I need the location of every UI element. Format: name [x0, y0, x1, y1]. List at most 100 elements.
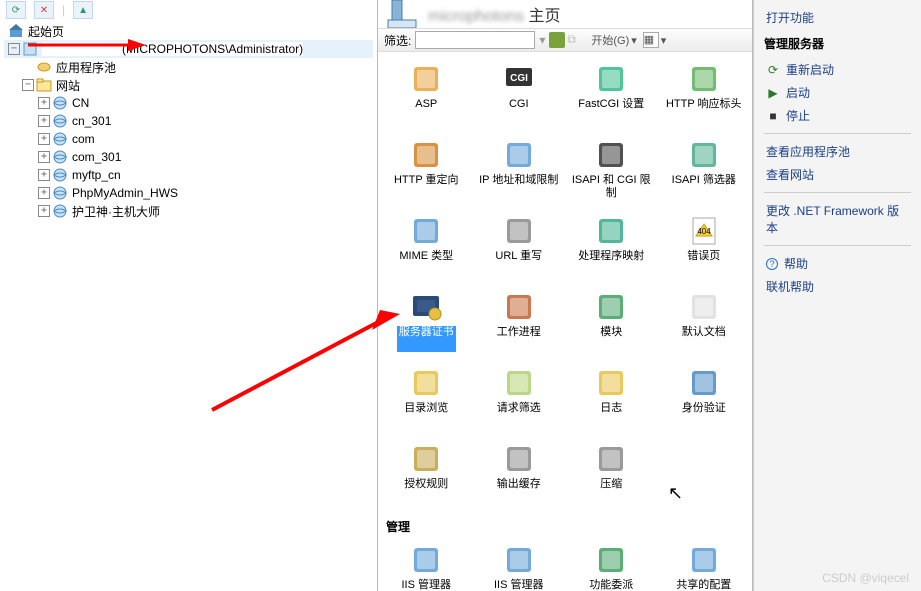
feature-outputcache[interactable]: 输出缓存	[475, 438, 564, 508]
feature-label: 目录浏览	[404, 402, 448, 428]
feature-modules[interactable]: 模块	[567, 286, 656, 356]
expand-icon[interactable]: +	[38, 151, 50, 163]
play-icon: ▶	[766, 86, 780, 100]
feature-dirbrowse[interactable]: 目录浏览	[382, 362, 471, 432]
tree-sites[interactable]: − 网站	[4, 76, 373, 94]
feature-cgi[interactable]: CGICGI	[475, 58, 564, 128]
action-view-sites[interactable]: 查看网站	[764, 163, 911, 186]
action-help[interactable]: ?帮助	[764, 252, 911, 275]
redirect-icon	[409, 138, 443, 172]
feature-isapicgi[interactable]: ISAPI 和 CGI 限制	[567, 134, 656, 204]
feature-iismgr1[interactable]: IIS 管理器	[382, 539, 471, 591]
tree-toolbar: ⟳ ✕ | ▲	[0, 0, 377, 20]
start-dropdown[interactable]: 开始(G)▾ ▦▾	[587, 32, 670, 48]
feature-handler[interactable]: 处理程序映射	[567, 210, 656, 280]
stop-icon: ■	[766, 109, 780, 123]
action-online-help[interactable]: 联机帮助	[764, 275, 911, 298]
tree-site-item[interactable]: +cn_301	[4, 112, 373, 130]
expand-icon[interactable]: +	[38, 97, 50, 109]
feature-workerproc[interactable]: 工作进程	[475, 286, 564, 356]
feature-label: 日志	[600, 402, 622, 428]
feature-fastcgi[interactable]: FastCGI 设置	[567, 58, 656, 128]
server-icon	[22, 41, 38, 57]
section-management: 管理	[386, 518, 748, 535]
feature-label: HTTP 重定向	[394, 174, 459, 200]
remove-icon[interactable]: ✕	[34, 1, 54, 19]
workerproc-icon	[502, 290, 536, 324]
tree-site-item[interactable]: +护卫神·主机大师	[4, 202, 373, 220]
apppool-icon	[36, 59, 52, 75]
feature-compression[interactable]: 压缩	[567, 438, 656, 508]
feature-errorpages[interactable]: 404错误页	[660, 210, 749, 280]
go-icon[interactable]	[549, 32, 565, 48]
feature-urlrewrite[interactable]: URL 重写	[475, 210, 564, 280]
feature-defaultdoc[interactable]: 默认文档	[660, 286, 749, 356]
globe-icon	[52, 131, 68, 147]
feature-sharedcfg[interactable]: 共享的配置	[660, 539, 749, 591]
feature-ipdomain[interactable]: IP 地址和域限制	[475, 134, 564, 204]
asp-icon	[409, 62, 443, 96]
action-stop[interactable]: ■停止	[764, 104, 911, 127]
feature-auth[interactable]: 身份验证	[660, 362, 749, 432]
feature-httpresp[interactable]: HTTP 响应标头	[660, 58, 749, 128]
feature-label: FastCGI 设置	[578, 98, 644, 124]
compression-icon	[594, 442, 628, 476]
feature-isapifilter[interactable]: ISAPI 筛选器	[660, 134, 749, 204]
feature-label: ISAPI 筛选器	[672, 174, 736, 200]
defaultdoc-icon	[687, 290, 721, 324]
tree-label: 起始页	[28, 23, 64, 40]
isapicgi-icon	[594, 138, 628, 172]
feature-label: 请求筛选	[497, 402, 541, 428]
feature-label: IIS 管理器	[401, 579, 451, 591]
action-open-feature[interactable]: 打开功能	[764, 6, 911, 29]
feature-authrules[interactable]: 授权规则	[382, 438, 471, 508]
feature-iismgr2[interactable]: IIS 管理器	[475, 539, 564, 591]
collapse-icon[interactable]: −	[8, 43, 20, 55]
refresh-icon[interactable]: ⟳	[6, 1, 26, 19]
tree-site-item[interactable]: +CN	[4, 94, 373, 112]
feature-label: 身份验证	[682, 402, 726, 428]
show-all-icon[interactable]: ⧉	[567, 32, 583, 48]
feature-list[interactable]: ASP CGICGI FastCGI 设置 HTTP 响应标头 HTTP 重定向 IP 地…	[378, 52, 752, 591]
feature-redirect[interactable]: HTTP 重定向	[382, 134, 471, 204]
feature-servercerts[interactable]: 服务器证书	[382, 286, 471, 356]
action-view-app-pools[interactable]: 查看应用程序池	[764, 140, 911, 163]
errorpages-icon: 404	[687, 214, 721, 248]
expand-icon[interactable]: +	[38, 169, 50, 181]
feature-label: 授权规则	[404, 478, 448, 504]
up-icon[interactable]: ▲	[73, 1, 93, 19]
tree-site-item[interactable]: +myftp_cn	[4, 166, 373, 184]
featdel-icon	[594, 543, 628, 577]
expand-icon[interactable]: +	[38, 115, 50, 127]
tree-site-item[interactable]: +PhpMyAdmin_HWS	[4, 184, 373, 202]
feature-label: 输出缓存	[497, 478, 541, 504]
expand-icon[interactable]: +	[38, 187, 50, 199]
expand-icon[interactable]: +	[38, 205, 50, 217]
filter-input[interactable]	[415, 31, 535, 49]
action-change-net[interactable]: 更改 .NET Framework 版本	[764, 199, 911, 239]
iismgr1-icon	[409, 543, 443, 577]
feature-label: 服务器证书	[397, 326, 456, 352]
tree-server-node[interactable]: − (MICROPHOTONS\Administrator)	[4, 40, 373, 58]
tree-label: com_301	[72, 150, 121, 164]
authrules-icon	[409, 442, 443, 476]
collapse-icon[interactable]: −	[22, 79, 34, 91]
action-restart[interactable]: ⟳重新启动	[764, 58, 911, 81]
feature-label: ASP	[415, 98, 437, 124]
feature-featdel[interactable]: 功能委派	[567, 539, 656, 591]
connections-tree[interactable]: 起始页 − (MICROPHOTONS\Administrator) 应用程序池…	[0, 20, 377, 222]
server-big-icon	[386, 0, 418, 30]
tree-site-item[interactable]: +com	[4, 130, 373, 148]
ipdomain-icon	[502, 138, 536, 172]
tree-site-item[interactable]: + com_301	[4, 148, 373, 166]
feature-logging[interactable]: 日志	[567, 362, 656, 432]
tree-start-page[interactable]: 起始页	[4, 22, 373, 40]
tree-app-pools[interactable]: 应用程序池	[4, 58, 373, 76]
globe-icon	[52, 149, 68, 165]
action-start[interactable]: ▶启动	[764, 81, 911, 104]
feature-reqfilter[interactable]: 请求筛选	[475, 362, 564, 432]
feature-asp[interactable]: ASP	[382, 58, 471, 128]
servercerts-icon	[409, 290, 443, 324]
feature-mime[interactable]: MIME 类型	[382, 210, 471, 280]
expand-icon[interactable]: +	[38, 133, 50, 145]
